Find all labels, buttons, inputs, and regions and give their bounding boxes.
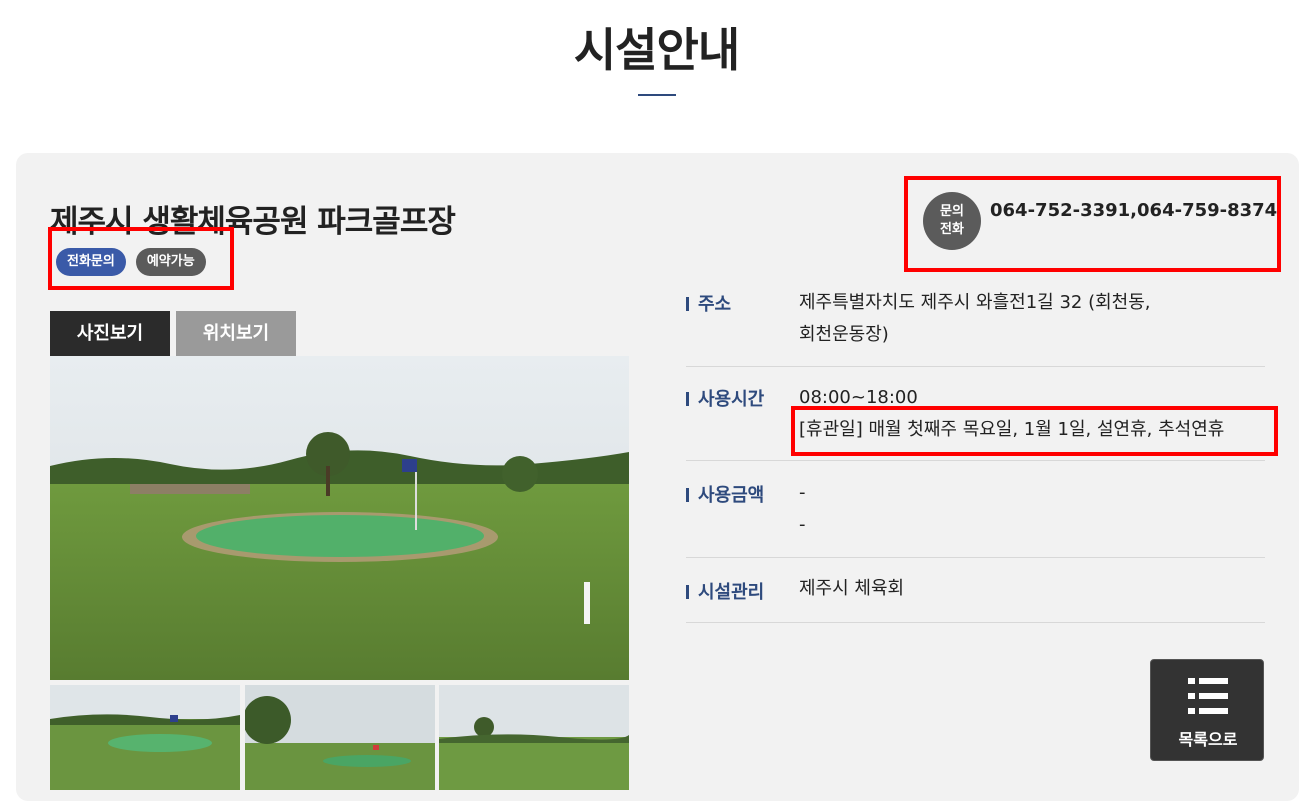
info-row-manager: 시설관리 제주시 체육회	[686, 558, 1265, 623]
back-to-list-button[interactable]: 목록으로	[1150, 659, 1264, 761]
back-to-list-label: 목록으로	[1178, 730, 1238, 749]
fee-line2: -	[799, 514, 806, 535]
thumbnail-1[interactable]	[50, 685, 240, 790]
address-line2: 회천운동장)	[799, 324, 889, 345]
page-title: 시설안내	[573, 23, 740, 77]
highlight-box-phone	[904, 176, 1281, 272]
list-icon	[1188, 678, 1228, 714]
thumbnail-2[interactable]	[245, 685, 435, 790]
address-line1: 제주특별자치도 제주시 와흘전1길 32 (회천동,	[799, 292, 1151, 313]
hours-label: 사용시간	[698, 389, 765, 410]
thumbnail-1-image	[50, 685, 240, 790]
tab-photos[interactable]: 사진보기	[50, 311, 170, 356]
title-divider	[638, 94, 676, 96]
fee-value: - -	[799, 477, 806, 541]
main-photo	[50, 356, 629, 680]
thumbnail-2-image	[245, 685, 435, 790]
manager-value: 제주시 체육회	[799, 578, 905, 599]
fee-label: 사용금액	[698, 485, 765, 506]
info-row-address: 주소 제주특별자치도 제주시 와흘전1길 32 (회천동, 회천운동장)	[686, 282, 1265, 367]
thumbnail-3-image	[439, 685, 629, 790]
highlight-box-closed-days	[791, 406, 1278, 456]
highlight-box-badges	[48, 227, 234, 290]
address-label: 주소	[698, 294, 732, 315]
thumbnail-3[interactable]	[439, 685, 629, 790]
golf-course-photo	[50, 356, 629, 680]
manager-label: 시설관리	[698, 582, 765, 603]
address-value: 제주특별자치도 제주시 와흘전1길 32 (회천동, 회천운동장)	[799, 287, 1151, 351]
info-row-fee: 사용금액 - -	[686, 461, 1265, 558]
fee-line1: -	[799, 482, 806, 503]
tab-location[interactable]: 위치보기	[176, 311, 296, 356]
